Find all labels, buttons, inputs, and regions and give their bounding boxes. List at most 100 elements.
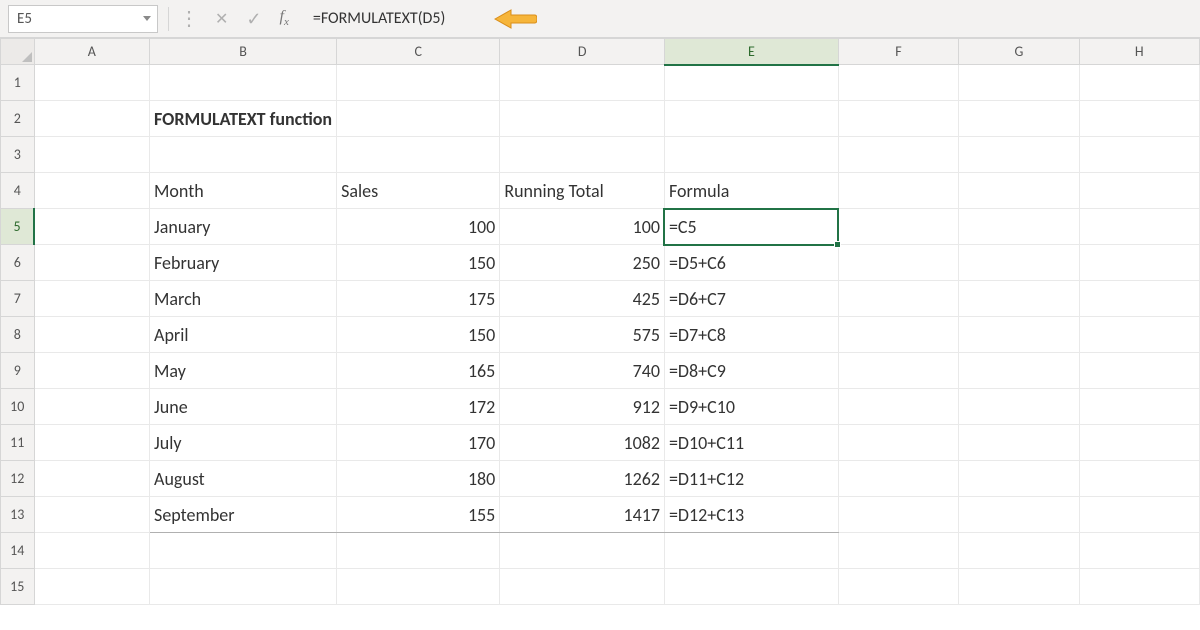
cell-C11[interactable]: 170 — [337, 425, 500, 461]
cell-F8[interactable] — [838, 317, 958, 353]
cell-A2[interactable] — [34, 101, 149, 137]
cell-D7[interactable]: 425 — [500, 281, 665, 317]
cell-A12[interactable] — [34, 461, 149, 497]
row-header-6[interactable]: 6 — [1, 245, 35, 281]
cell-G14[interactable] — [959, 533, 1079, 569]
row-header-7[interactable]: 7 — [1, 281, 35, 317]
cell-G13[interactable] — [959, 497, 1079, 533]
row-header-8[interactable]: 8 — [1, 317, 35, 353]
cell-E5[interactable]: =C5 — [664, 209, 838, 245]
cell-C6[interactable]: 150 — [337, 245, 500, 281]
cell-F2[interactable] — [838, 101, 958, 137]
cell-A4[interactable] — [34, 173, 149, 209]
cell-B14[interactable] — [150, 533, 337, 569]
cell-B1[interactable] — [150, 65, 337, 101]
cell-H3[interactable] — [1079, 137, 1199, 173]
cell-E12[interactable]: =D11+C12 — [664, 461, 838, 497]
cell-F1[interactable] — [838, 65, 958, 101]
cell-H5[interactable] — [1079, 209, 1199, 245]
row-header-1[interactable]: 1 — [1, 65, 35, 101]
cell-F9[interactable] — [838, 353, 958, 389]
cell-G11[interactable] — [959, 425, 1079, 461]
cell-G4[interactable] — [959, 173, 1079, 209]
formula-input[interactable]: =FORMULATEXT(D5) — [313, 5, 1192, 33]
cell-B8[interactable]: April — [150, 317, 337, 353]
row-header-2[interactable]: 2 — [1, 101, 35, 137]
cell-E3[interactable] — [664, 137, 838, 173]
cell-H15[interactable] — [1079, 569, 1199, 605]
cell-H2[interactable] — [1079, 101, 1199, 137]
cell-D2[interactable] — [500, 101, 665, 137]
row-header-5[interactable]: 5 — [1, 209, 35, 245]
col-header-A[interactable]: A — [34, 39, 149, 65]
cell-D9[interactable]: 740 — [500, 353, 665, 389]
col-header-H[interactable]: H — [1079, 39, 1199, 65]
cell-E4[interactable]: Formula — [664, 173, 838, 209]
cell-E13[interactable]: =D12+C13 — [664, 497, 838, 533]
cell-G6[interactable] — [959, 245, 1079, 281]
col-header-B[interactable]: B — [150, 39, 337, 65]
cancel-icon[interactable]: ✕ — [215, 9, 228, 29]
cell-F5[interactable] — [838, 209, 958, 245]
cell-B11[interactable]: July — [150, 425, 337, 461]
cell-G1[interactable] — [959, 65, 1079, 101]
row-header-3[interactable]: 3 — [1, 137, 35, 173]
cell-D15[interactable] — [500, 569, 665, 605]
cell-E11[interactable]: =D10+C11 — [664, 425, 838, 461]
cell-A3[interactable] — [34, 137, 149, 173]
cell-C7[interactable]: 175 — [337, 281, 500, 317]
cell-C9[interactable]: 165 — [337, 353, 500, 389]
cell-A15[interactable] — [34, 569, 149, 605]
cell-C10[interactable]: 172 — [337, 389, 500, 425]
cell-F4[interactable] — [838, 173, 958, 209]
row-header-14[interactable]: 14 — [1, 533, 35, 569]
cell-G8[interactable] — [959, 317, 1079, 353]
row-header-4[interactable]: 4 — [1, 173, 35, 209]
col-header-F[interactable]: F — [838, 39, 958, 65]
cell-C4[interactable]: Sales — [337, 173, 500, 209]
cell-A1[interactable] — [34, 65, 149, 101]
fx-icon[interactable]: fx — [280, 8, 289, 28]
cell-E9[interactable]: =D8+C9 — [664, 353, 838, 389]
row-header-10[interactable]: 10 — [1, 389, 35, 425]
cell-D10[interactable]: 912 — [500, 389, 665, 425]
cell-H6[interactable] — [1079, 245, 1199, 281]
cell-D4[interactable]: Running Total — [500, 173, 665, 209]
cell-E8[interactable]: =D7+C8 — [664, 317, 838, 353]
cell-B10[interactable]: June — [150, 389, 337, 425]
row-header-11[interactable]: 11 — [1, 425, 35, 461]
cell-H13[interactable] — [1079, 497, 1199, 533]
cell-B7[interactable]: March — [150, 281, 337, 317]
cell-A6[interactable] — [34, 245, 149, 281]
cell-C12[interactable]: 180 — [337, 461, 500, 497]
cell-D14[interactable] — [500, 533, 665, 569]
cell-D5[interactable]: 100 — [500, 209, 665, 245]
cell-A7[interactable] — [34, 281, 149, 317]
cell-H10[interactable] — [1079, 389, 1199, 425]
cell-H12[interactable] — [1079, 461, 1199, 497]
cell-G12[interactable] — [959, 461, 1079, 497]
col-header-G[interactable]: G — [959, 39, 1079, 65]
name-box[interactable]: E5 — [8, 5, 158, 33]
row-header-9[interactable]: 9 — [1, 353, 35, 389]
cell-E10[interactable]: =D9+C10 — [664, 389, 838, 425]
cell-E15[interactable] — [664, 569, 838, 605]
cell-A8[interactable] — [34, 317, 149, 353]
cell-B3[interactable] — [150, 137, 337, 173]
enter-icon[interactable]: ✓ — [246, 8, 261, 30]
cell-A13[interactable] — [34, 497, 149, 533]
cell-C2[interactable] — [337, 101, 500, 137]
cell-D6[interactable]: 250 — [500, 245, 665, 281]
cell-A11[interactable] — [34, 425, 149, 461]
cell-C1[interactable] — [337, 65, 500, 101]
dots-icon[interactable]: ⋮ — [179, 6, 197, 31]
cell-G5[interactable] — [959, 209, 1079, 245]
cell-E6[interactable]: =D5+C6 — [664, 245, 838, 281]
cell-E1[interactable] — [664, 65, 838, 101]
cell-B15[interactable] — [150, 569, 337, 605]
row-header-12[interactable]: 12 — [1, 461, 35, 497]
cell-C15[interactable] — [337, 569, 500, 605]
cell-F14[interactable] — [838, 533, 958, 569]
cell-F10[interactable] — [838, 389, 958, 425]
cell-C8[interactable]: 150 — [337, 317, 500, 353]
